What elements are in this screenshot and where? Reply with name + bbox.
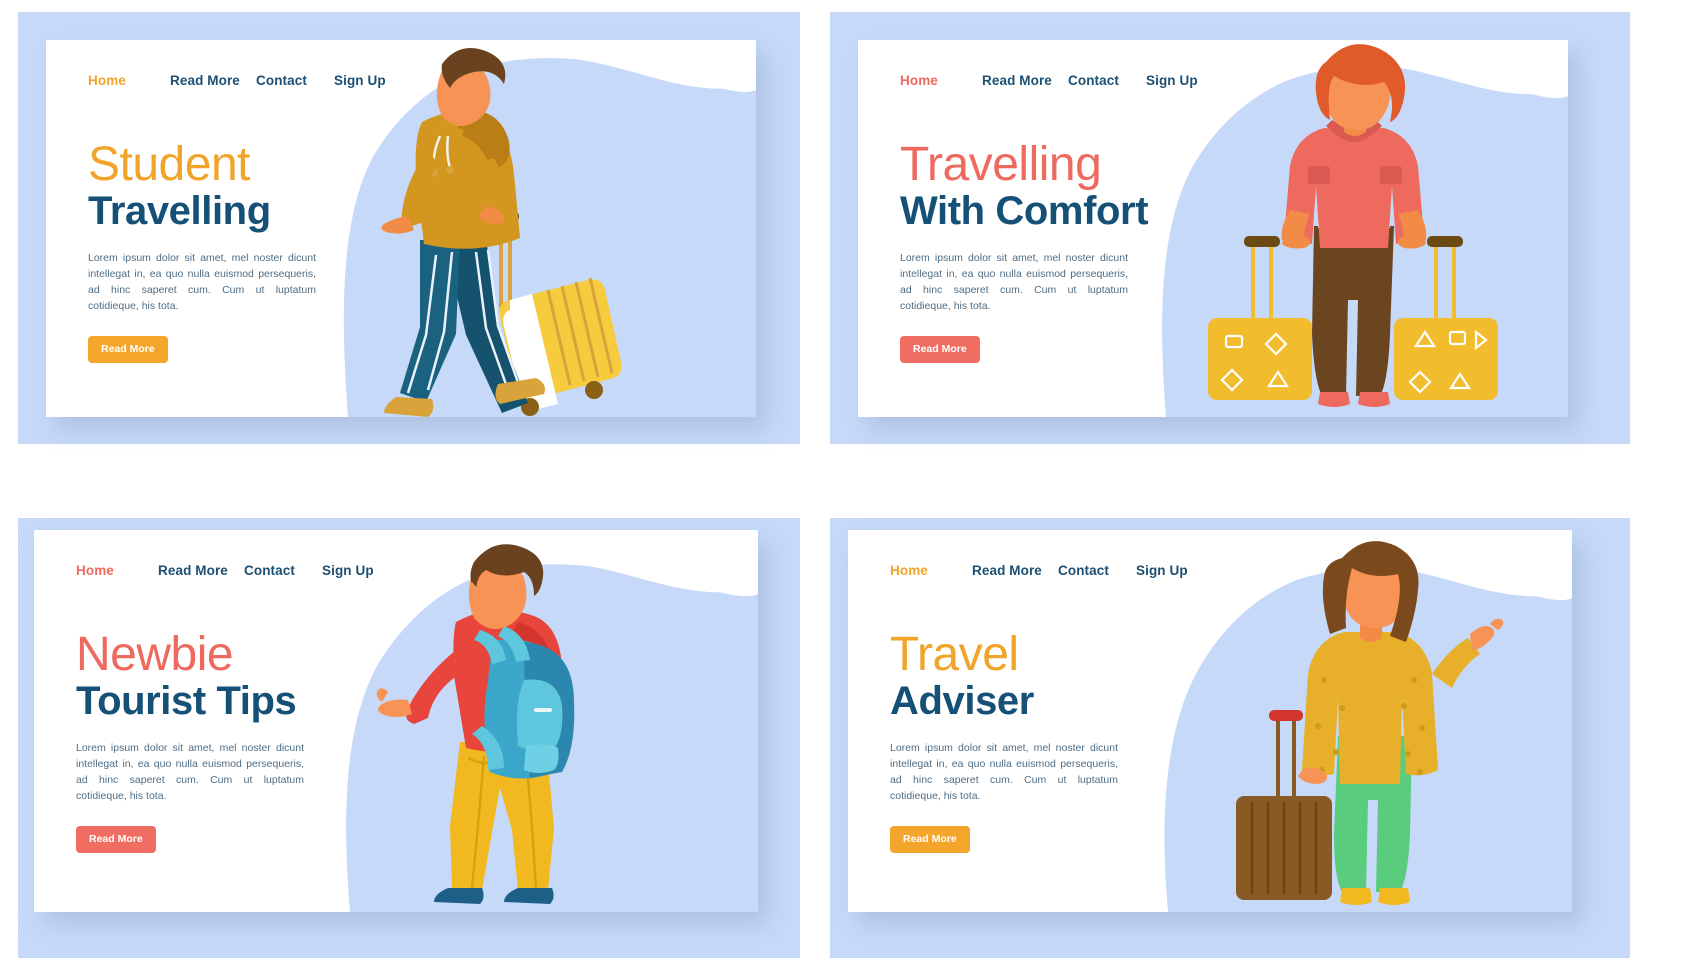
hero-copy-block: Travelling With Comfort Lorem ipsum dolo… [900,140,1190,363]
illustration-man-walking-with-yellow-rolling-suitcase [336,40,756,417]
hero-heading-bottom: Adviser [890,679,1034,723]
panel-student-travelling: Home Read More Contact Sign Up Student T… [0,0,846,490]
nav-link-contact[interactable]: Contact [1058,563,1136,578]
primary-nav[interactable]: Home Read More Contact Sign Up [890,563,1206,578]
nav-link-read-more[interactable]: Read More [158,563,244,578]
hero-copy-block: Newbie Tourist Tips Lorem ipsum dolor si… [76,630,366,853]
hero-heading-bottom: Travelling [88,189,271,233]
hero-heading-top: Newbie [76,628,234,681]
illustration-woman-in-yellow-cardigan-with-brown-suitcase [1152,530,1572,912]
nav-link-home[interactable]: Home [88,73,170,88]
hero-heading-top: Travelling [900,138,1102,191]
read-more-button[interactable]: Read More [76,826,156,853]
landing-card: Home Read More Contact Sign Up Student T… [46,40,756,417]
primary-nav[interactable]: Home Read More Contact Sign Up [88,73,404,88]
read-more-button[interactable]: Read More [890,826,970,853]
nav-link-sign-up[interactable]: Sign Up [1136,563,1206,578]
primary-nav[interactable]: Home Read More Contact Sign Up [900,73,1216,88]
hero-copy-block: Travel Adviser Lorem ipsum dolor sit ame… [890,630,1180,853]
nav-link-sign-up[interactable]: Sign Up [1146,73,1216,88]
hero-heading-top: Travel [890,628,1019,681]
panel-travelling-with-comfort: Home Read More Contact Sign Up Travellin… [830,0,1692,490]
nav-link-read-more[interactable]: Read More [170,73,256,88]
landing-page-mockup-grid: Home Read More Contact Sign Up Student T… [0,0,1692,980]
hero-heading-top: Student [88,138,250,191]
hero-body-copy: Lorem ipsum dolor sit amet, mel noster d… [900,252,1128,312]
nav-link-read-more[interactable]: Read More [972,563,1058,578]
nav-link-contact[interactable]: Contact [1068,73,1146,88]
nav-link-home[interactable]: Home [890,563,972,578]
nav-link-contact[interactable]: Contact [256,73,334,88]
nav-link-home[interactable]: Home [900,73,982,88]
hero-body-copy: Lorem ipsum dolor sit amet, mel noster d… [76,742,304,802]
nav-link-contact[interactable]: Contact [244,563,322,578]
hero-heading-bottom: Tourist Tips [76,679,297,723]
illustration-man-with-blue-backpack-waving [338,530,758,912]
landing-card: Home Read More Contact Sign Up Travellin… [858,40,1568,417]
read-more-button[interactable]: Read More [900,336,980,363]
primary-nav[interactable]: Home Read More Contact Sign Up [76,563,392,578]
hero-body-copy: Lorem ipsum dolor sit amet, mel noster d… [890,742,1118,802]
nav-link-read-more[interactable]: Read More [982,73,1068,88]
illustration-woman-standing-with-two-yellow-suitcases [1148,40,1568,417]
hero-body-copy: Lorem ipsum dolor sit amet, mel noster d… [88,252,316,312]
read-more-button[interactable]: Read More [88,336,168,363]
landing-card: Home Read More Contact Sign Up Travel Ad… [848,530,1572,912]
panel-newbie-tourist-tips: Home Read More Contact Sign Up Newbie To… [0,490,846,980]
landing-card: Home Read More Contact Sign Up Newbie To… [34,530,758,912]
nav-link-home[interactable]: Home [76,563,158,578]
nav-link-sign-up[interactable]: Sign Up [322,563,392,578]
hero-copy-block: Student Travelling Lorem ipsum dolor sit… [88,140,378,363]
nav-link-sign-up[interactable]: Sign Up [334,73,404,88]
panel-travel-adviser: Home Read More Contact Sign Up Travel Ad… [830,490,1692,980]
hero-heading-bottom: With Comfort [900,189,1149,233]
